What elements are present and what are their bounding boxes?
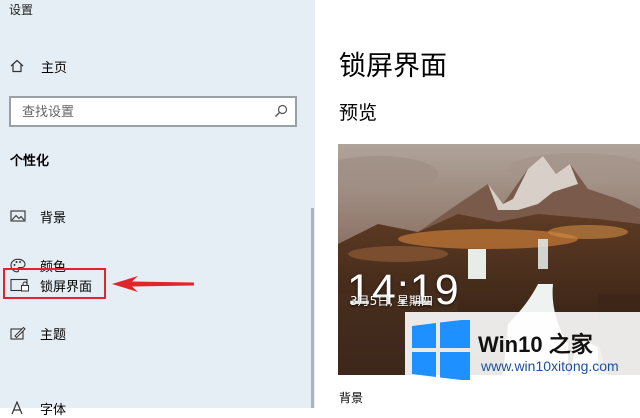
nav-item-label: 主题 bbox=[40, 327, 67, 343]
background-heading: 背景 bbox=[339, 391, 364, 405]
theme-icon bbox=[10, 326, 26, 340]
preview-heading: 预览 bbox=[339, 102, 378, 124]
app-title: 设置 bbox=[9, 3, 34, 17]
home-nav-item[interactable]: 主页 bbox=[10, 56, 67, 76]
home-icon bbox=[10, 59, 24, 73]
preview-date: 3月5日, 星期四 bbox=[350, 294, 433, 308]
nav-item-themes[interactable]: 主题 bbox=[10, 323, 66, 343]
font-icon bbox=[11, 401, 23, 415]
red-arrow-annotation bbox=[112, 276, 194, 292]
nav-item-fonts[interactable]: 字体 bbox=[10, 398, 66, 418]
nav-item-label: 字体 bbox=[40, 402, 67, 418]
highlight-box bbox=[3, 268, 106, 299]
sidebar: 设置 主页 个性化 背景 颜色 bbox=[0, 0, 315, 418]
watermark-brand: Win10 之家 bbox=[478, 332, 593, 357]
section-title: 个性化 bbox=[10, 154, 50, 169]
windows-logo-icon bbox=[412, 320, 470, 380]
search-box[interactable] bbox=[9, 96, 297, 127]
search-icon[interactable] bbox=[274, 104, 288, 118]
watermark-badge: Win10 之家 www.win10xitong.com bbox=[405, 312, 640, 408]
picture-icon bbox=[10, 210, 26, 222]
watermark-url: www.win10xitong.com bbox=[481, 358, 619, 374]
sidebar-scrollbar[interactable] bbox=[311, 208, 314, 408]
search-input[interactable] bbox=[22, 103, 262, 121]
nav-item-background[interactable]: 背景 bbox=[10, 206, 66, 226]
page-title: 锁屏界面 bbox=[339, 51, 447, 82]
home-label: 主页 bbox=[41, 60, 68, 76]
nav-item-label: 背景 bbox=[40, 210, 67, 226]
